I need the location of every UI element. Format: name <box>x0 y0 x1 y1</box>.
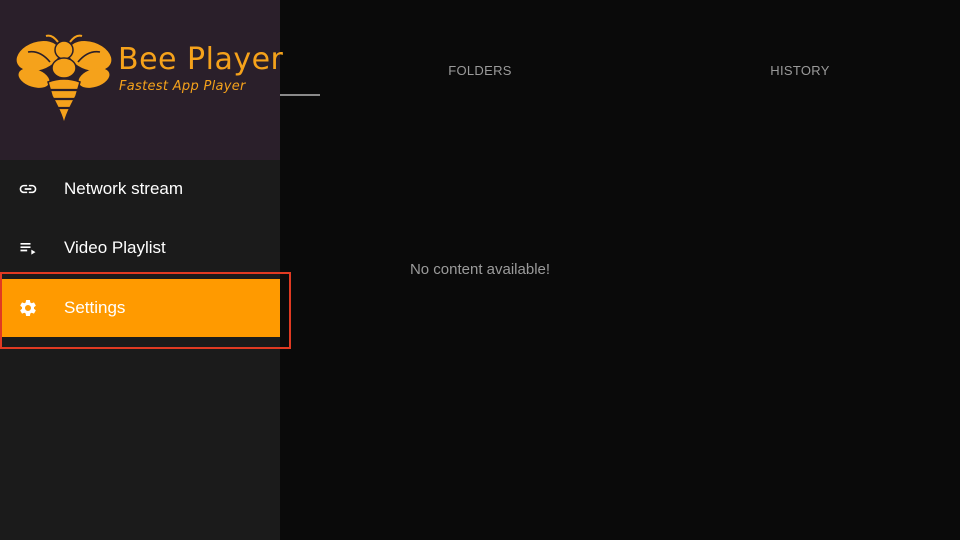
drawer-item-settings[interactable]: Settings <box>0 279 280 337</box>
drawer-item-network-stream[interactable]: Network stream <box>0 160 280 218</box>
playlist-play-icon <box>20 243 36 255</box>
app-title: Bee Player <box>118 42 284 77</box>
drawer-item-label: Video Playlist <box>64 238 166 257</box>
link-icon <box>19 184 37 194</box>
bee-player-app: FOLDERS HISTORY No content available! Be… <box>0 0 960 540</box>
drawer-item-label: Network stream <box>64 179 184 198</box>
drawer-item-video-playlist[interactable]: Video Playlist <box>0 219 280 277</box>
gear-icon <box>20 299 36 316</box>
empty-content-message: No content available! <box>409 261 551 278</box>
app-tagline: Fastest App Player <box>119 79 246 94</box>
tab-folders[interactable]: FOLDERS <box>320 62 640 80</box>
tab-history[interactable]: HISTORY <box>640 62 960 80</box>
navigation-drawer: Bee Player Fastest App Player Network st… <box>0 0 284 540</box>
drawer-header: Bee Player Fastest App Player <box>0 0 284 160</box>
drawer-item-label: Settings <box>64 298 126 317</box>
bee-logo-icon <box>16 34 112 127</box>
